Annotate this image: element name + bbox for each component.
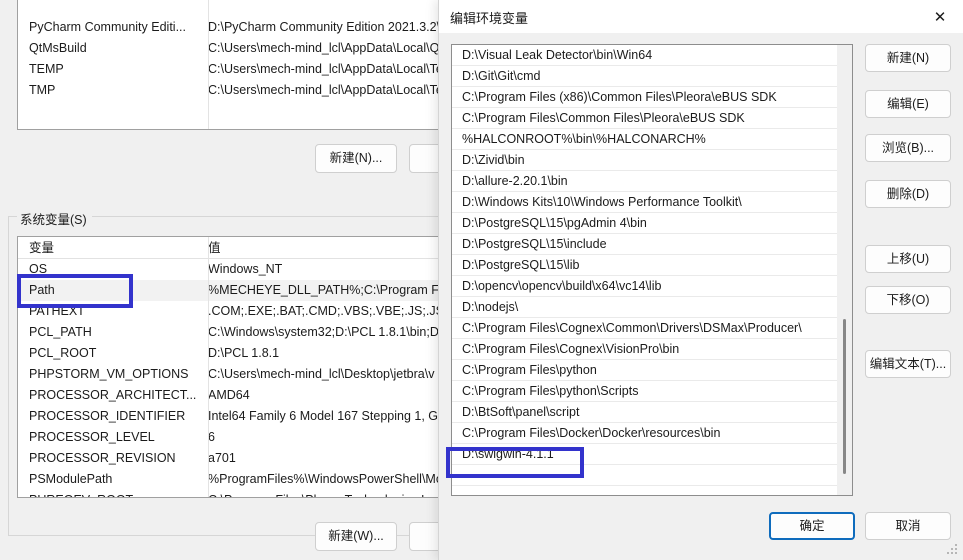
variable-name: PROCESSOR_LEVEL (29, 430, 155, 444)
variable-name: PROCESSOR_REVISION (29, 451, 176, 465)
dialog-side-button[interactable]: 下移(O) (865, 286, 951, 314)
variable-name: PHPSTORM_VM_OPTIONS (29, 367, 189, 381)
resize-grip[interactable] (947, 544, 959, 556)
list-item[interactable]: C:\Program Files\python\Scripts (452, 381, 852, 402)
system-variables-label: 系统变量(S) (17, 209, 90, 228)
variable-name: TMP (29, 83, 56, 97)
grip-dot (951, 548, 953, 550)
dialog-side-button[interactable]: 上移(U) (865, 245, 951, 273)
grip-dot (955, 548, 957, 550)
user-new-button[interactable]: 新建(N)... (315, 144, 397, 173)
variable-name: PUREGEV_ROOT (29, 490, 208, 497)
scrollbar-thumb[interactable] (843, 319, 846, 474)
list-item[interactable]: D:\Windows Kits\10\Windows Performance T… (452, 192, 852, 213)
variable-name: PCL_ROOT (29, 346, 97, 360)
list-item[interactable]: D:\opencv\opencv\build\x64\vc14\lib (452, 276, 852, 297)
list-item[interactable] (452, 465, 852, 486)
dialog-side-button[interactable]: 新建(N) (865, 44, 951, 72)
variable-name: PyCharm Community Editi... (29, 20, 186, 34)
list-item[interactable]: %HALCONROOT%\bin\%HALCONARCH% (452, 129, 852, 150)
list-item[interactable]: C:\Program Files\Cognex\Common\Drivers\D… (452, 318, 852, 339)
dialog-side-button[interactable]: 浏览(B)... (865, 134, 951, 162)
list-item[interactable]: C:\Program Files\python (452, 360, 852, 381)
column-header-variable: 变量 (29, 241, 55, 255)
column-separator (208, 0, 209, 129)
path-entries-listbox[interactable]: D:\Visual Leak Detector\bin\Win64 D:\Git\… (451, 44, 853, 496)
variable-name: PROCESSOR_IDENTIFIER (29, 409, 186, 423)
dialog-side-button[interactable]: 删除(D) (865, 180, 951, 208)
list-item[interactable]: D:\PostgreSQL\15\pgAdmin 4\bin (452, 213, 852, 234)
list-item[interactable]: D:\PostgreSQL\15\lib (452, 255, 852, 276)
variable-name: PCL_PATH (29, 325, 92, 339)
list-item[interactable]: D:\Zivid\bin (452, 150, 852, 171)
dialog-side-button[interactable]: 编辑(E) (865, 90, 951, 118)
grip-dot (955, 544, 957, 546)
close-icon[interactable]: ✕ (917, 0, 963, 33)
path-list-scrollbar[interactable] (837, 45, 852, 495)
list-item[interactable]: D:\swigwin-4.1.1 (452, 444, 852, 465)
system-new-button[interactable]: 新建(W)... (315, 522, 397, 551)
list-item[interactable]: C:\Program Files\Docker\Docker\resources… (452, 423, 852, 444)
dialog-side-button[interactable]: 编辑文本(T)... (865, 350, 951, 378)
grip-dot (947, 552, 949, 554)
path-entries-rows: D:\Visual Leak Detector\bin\Win64 D:\Git\… (452, 45, 852, 486)
dialog-title: 编辑环境变量 (450, 11, 529, 26)
list-item[interactable]: D:\PostgreSQL\15\include (452, 234, 852, 255)
list-item[interactable]: D:\allure-2.20.1\bin (452, 171, 852, 192)
variable-name: QtMsBuild (29, 41, 87, 55)
variable-name: OS (29, 262, 48, 276)
variable-name: TEMP (29, 62, 64, 76)
list-item[interactable]: D:\nodejs\ (452, 297, 852, 318)
ok-button[interactable]: 确定 (769, 512, 855, 540)
list-item[interactable]: C:\Program Files\Cognex\VisionPro\bin (452, 339, 852, 360)
variable-name: PSModulePath (29, 472, 113, 486)
grip-dot (955, 552, 957, 554)
column-separator (208, 237, 209, 497)
list-item[interactable]: D:\Git\Git\cmd (452, 66, 852, 87)
list-item[interactable]: D:\Visual Leak Detector\bin\Win64 (452, 45, 852, 66)
cancel-button[interactable]: 取消 (865, 512, 951, 540)
list-item[interactable]: C:\Program Files (x86)\Common Files\Pleo… (452, 87, 852, 108)
variable-name: Path (29, 283, 55, 297)
variable-name: PROCESSOR_ARCHITECT... (29, 388, 197, 402)
variable-name: PATHEXT (29, 304, 85, 318)
grip-dot (951, 552, 953, 554)
list-item[interactable]: D:\BtSoft\panel\script (452, 402, 852, 423)
column-header-value: 值 (208, 241, 221, 255)
dialog-titlebar: 编辑环境变量 ✕ (439, 0, 963, 33)
list-item[interactable]: C:\Program Files\Common Files\Pleora\eBU… (452, 108, 852, 129)
edit-environment-variable-dialog: 编辑环境变量 ✕ D:\Visual Leak Detector\bin\Win… (438, 0, 963, 560)
